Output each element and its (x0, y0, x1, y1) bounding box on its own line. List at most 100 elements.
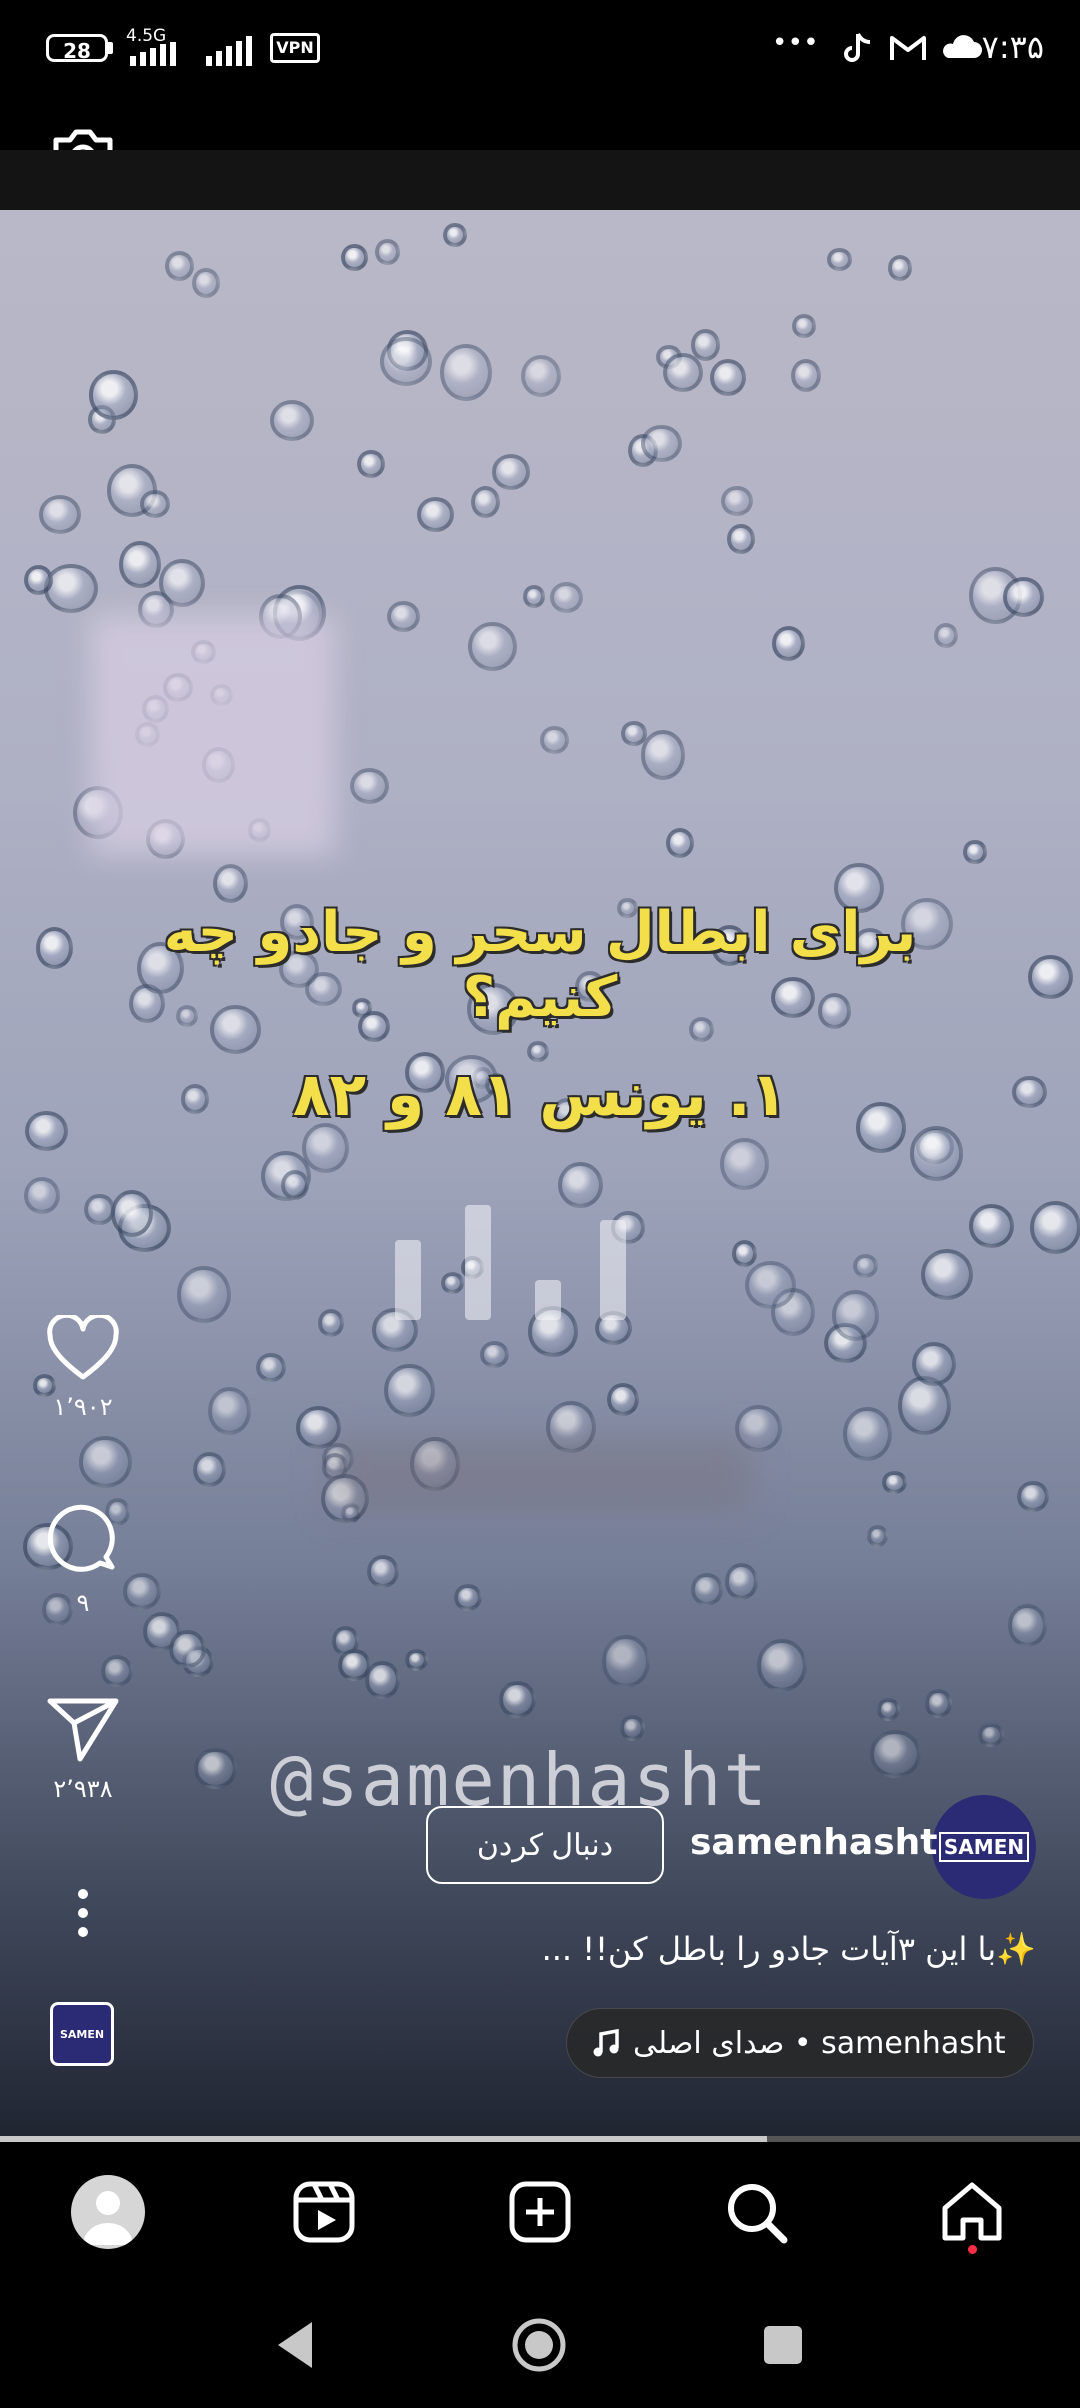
raindrop (869, 1730, 922, 1779)
recents-icon[interactable] (760, 2322, 806, 2368)
follow-button[interactable]: دنبال کردن (426, 1806, 664, 1884)
raindrop (38, 494, 81, 534)
raindrop (158, 559, 205, 608)
raindrop (663, 352, 704, 393)
raindrop (111, 1190, 154, 1237)
raindrop (341, 243, 368, 272)
raindrop (384, 1364, 435, 1418)
raindrop (1029, 1200, 1080, 1254)
raindrop (963, 839, 987, 865)
raindrop (43, 563, 98, 614)
raindrop (968, 1204, 1014, 1248)
nav-home[interactable] (932, 2172, 1012, 2252)
audio-bars-graphic (395, 1205, 695, 1320)
home-icon (942, 2182, 1002, 2241)
back-icon[interactable] (272, 2318, 318, 2372)
status-bar: 28 4.5G VPN • • • ۷:۳۵ (0, 0, 1080, 100)
comment-button[interactable]: ۹ (40, 1503, 126, 1617)
raindrop (827, 248, 852, 271)
raindrop (550, 582, 583, 614)
signal-icon (130, 42, 176, 66)
raindrop (192, 268, 220, 299)
raindrop (521, 355, 562, 398)
raindrop (557, 1161, 603, 1209)
nav-profile[interactable] (68, 2172, 148, 2252)
clock: ۷:۳۵ (981, 28, 1044, 66)
bottom-navigation (0, 2142, 1080, 2282)
nav-search[interactable] (716, 2172, 796, 2252)
blurred-logo (90, 615, 335, 855)
raindrop (23, 1176, 61, 1214)
raindrop (123, 1573, 161, 1610)
raindrop (920, 1248, 973, 1300)
raindrop (270, 400, 315, 441)
raindrop (23, 564, 53, 595)
raindrop (1028, 955, 1073, 999)
home-button-icon[interactable] (510, 2316, 568, 2374)
raindrop (720, 1138, 769, 1191)
audio-thumbnail[interactable]: SAMEN (50, 2002, 114, 2066)
video-top-band (0, 150, 1080, 210)
raindrop (440, 344, 493, 401)
raindrop (621, 721, 647, 746)
raindrop (724, 1563, 758, 1600)
raindrop (666, 828, 695, 859)
battery-indicator: 28 (46, 34, 108, 63)
raindrop (177, 1265, 231, 1323)
send-icon (47, 1698, 119, 1762)
like-button[interactable]: ۱٬۹۰۲ (40, 1315, 126, 1421)
raindrop (934, 622, 959, 649)
raindrop (165, 251, 195, 282)
nav-create[interactable] (500, 2172, 580, 2252)
raindrop (193, 1747, 237, 1790)
home-notification-dot (968, 2245, 977, 2254)
audio-pill[interactable]: samenhasht • صدای اصلی (566, 2008, 1034, 2078)
author-avatar[interactable]: SAMEN (932, 1795, 1036, 1899)
raindrop (280, 1169, 310, 1201)
profile-icon (83, 2191, 133, 2245)
raindrop (491, 454, 531, 490)
share-button[interactable]: ۲٬۹۳۸ (40, 1695, 126, 1803)
avatar-logo-text: SAMEN (938, 1832, 1030, 1862)
vpn-badge: VPN (270, 33, 320, 63)
reels-icon (293, 2181, 355, 2243)
more-notifications: • • • (772, 28, 819, 58)
create-post-icon (509, 2181, 571, 2243)
raindrop (831, 1290, 880, 1342)
music-note-icon (593, 2028, 619, 2057)
post-caption[interactable]: ✨با این ۳آیات جادو را باطل کن!! ... (200, 1930, 1036, 1968)
raindrop (710, 358, 747, 396)
raindrop (620, 1714, 645, 1741)
author-username[interactable]: samenhasht (690, 1822, 937, 1863)
nav-reels[interactable] (284, 2172, 364, 2252)
raindrop (375, 238, 400, 265)
gmail-icon (890, 36, 926, 60)
more-options-button[interactable] (40, 1888, 126, 1938)
raindrop (78, 1435, 133, 1488)
raindrop (540, 725, 569, 755)
raindrop (442, 223, 467, 248)
blurred-text (330, 1440, 750, 1510)
raindrop (1012, 1075, 1048, 1109)
raindrop (84, 1193, 115, 1226)
raindrop (731, 1240, 757, 1267)
cloud-icon (943, 35, 982, 58)
raindrop (897, 1375, 951, 1435)
raindrop (601, 1635, 651, 1688)
raindrop (791, 359, 822, 393)
raindrop (606, 1382, 640, 1417)
raindrop (771, 626, 806, 662)
raindrop (193, 1451, 227, 1488)
raindrop (25, 1110, 68, 1151)
raindrop (911, 1341, 957, 1387)
raindrop (468, 621, 517, 671)
raindrop (526, 1040, 549, 1063)
raindrop (888, 255, 913, 281)
raindrop (1016, 1480, 1049, 1513)
raindrop (852, 1253, 879, 1279)
raindrop (387, 600, 421, 633)
raindrop (1007, 1603, 1048, 1647)
raindrop (139, 489, 170, 519)
raindrop (379, 337, 432, 387)
profile-avatar (71, 2175, 145, 2249)
